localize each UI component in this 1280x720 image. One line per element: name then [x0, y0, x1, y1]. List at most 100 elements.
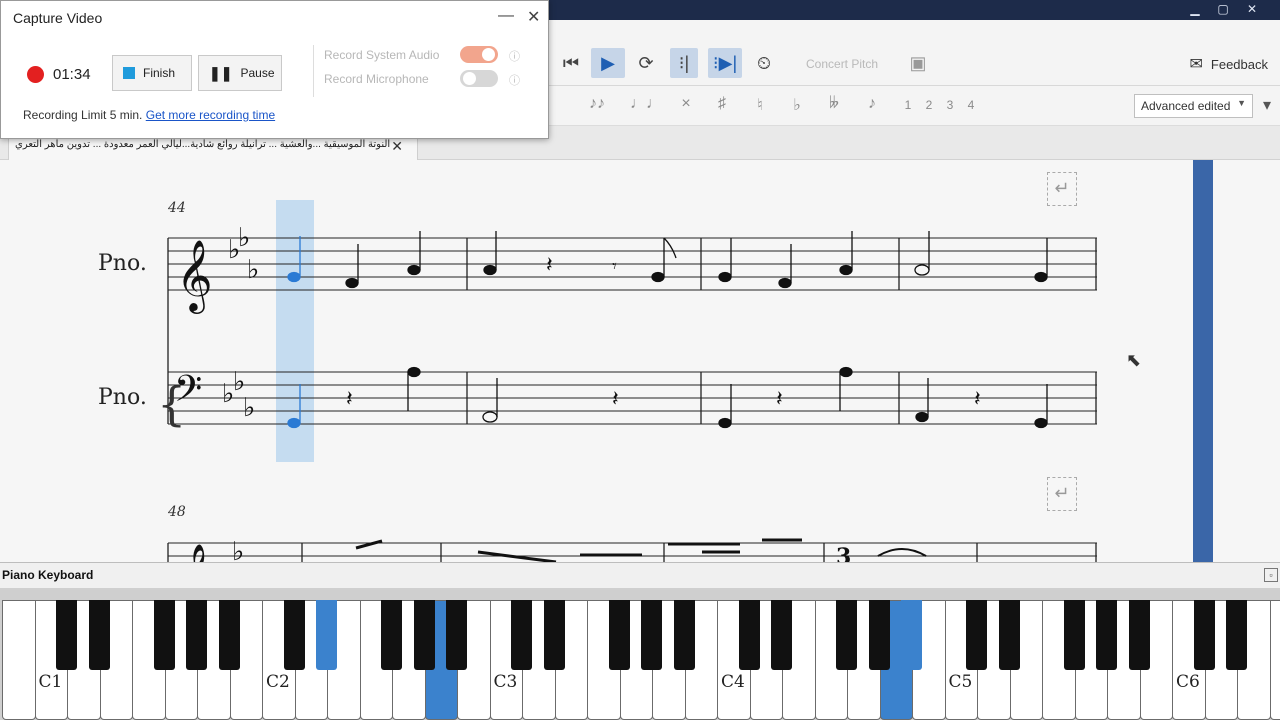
black-key[interactable]	[966, 600, 987, 670]
key-signature-flat: ♭	[247, 255, 259, 285]
system-break-icon[interactable]: ↵	[1047, 477, 1077, 511]
black-key[interactable]	[1096, 600, 1117, 670]
palette-symbol[interactable]: ♩♩	[630, 95, 662, 113]
octave-label: C6	[1176, 672, 1200, 692]
capture-video-dialog: Capture Video — ✕ 01:34 Finish ❚❚ Pause …	[0, 0, 549, 139]
recording-timer: 01:34	[53, 66, 91, 83]
loop-out-icon[interactable]: ⁝▶|	[708, 48, 742, 78]
record-microphone-toggle[interactable]	[460, 70, 498, 87]
image-capture-icon[interactable]: ▣	[904, 48, 932, 78]
black-key[interactable]	[738, 600, 760, 670]
black-key[interactable]	[608, 600, 630, 670]
black-key[interactable]	[316, 600, 337, 670]
black-key[interactable]	[446, 600, 467, 670]
recording-limit-text: Recording Limit 5 min. Get more recordin…	[23, 108, 275, 122]
instrument-label-upper: Pno.	[98, 251, 147, 276]
record-system-audio-toggle[interactable]	[460, 46, 498, 63]
black-key[interactable]	[836, 600, 857, 670]
close-tab-icon[interactable]: ✕	[391, 138, 403, 155]
black-key[interactable]	[1063, 600, 1085, 670]
minimize-icon[interactable]: —	[498, 7, 514, 25]
playback-position-line	[1193, 160, 1213, 590]
black-key[interactable]	[1226, 600, 1247, 670]
white-key[interactable]	[1269, 600, 1280, 720]
dialog-title: Capture Video	[13, 10, 103, 26]
workspace-select-value: Advanced edited	[1141, 99, 1231, 113]
black-key[interactable]	[413, 600, 435, 670]
piano-keyboard[interactable]: C1 C2 C3 C4 C5 C6	[0, 588, 1280, 720]
system-break-icon[interactable]: ↵	[1047, 172, 1077, 206]
palette-symbol[interactable]: 𝄫	[821, 95, 847, 113]
treble-notes	[287, 231, 1048, 289]
black-key[interactable]	[511, 600, 532, 670]
mouse-cursor-icon: ⬉	[1126, 350, 1142, 370]
info-icon[interactable]: ⓘ	[509, 72, 520, 88]
get-more-time-link[interactable]: Get more recording time	[146, 108, 275, 122]
limit-label: Recording Limit 5 min.	[23, 108, 143, 122]
voice-4-button[interactable]: 4	[958, 98, 984, 112]
octave-label: C2	[266, 672, 290, 692]
eighth-rest: 𝄾	[612, 256, 617, 277]
black-key[interactable]	[543, 600, 565, 670]
finish-label: Finish	[143, 66, 176, 80]
play-icon[interactable]: ▶	[591, 48, 625, 78]
black-key[interactable]	[88, 600, 110, 670]
black-key[interactable]	[381, 600, 402, 670]
workspace-select[interactable]: Advanced edited ▼	[1134, 94, 1253, 118]
info-icon[interactable]: ⓘ	[509, 48, 520, 64]
tie	[877, 548, 927, 557]
rewind-icon[interactable]: ⏮	[558, 48, 584, 78]
black-key[interactable]	[153, 600, 175, 670]
palette-symbol[interactable]: ♭	[784, 95, 810, 115]
black-key[interactable]	[771, 600, 792, 670]
black-key[interactable]	[641, 600, 662, 670]
score-canvas[interactable]: 𝄞 ♭ ♭ ♭ 𝄢 ♭ ♭ ♭ { 𝄽 𝄾 𝄽 𝄽 𝄽 𝄽 ♭ 3 44 48 …	[0, 160, 1280, 562]
maximize-window-icon[interactable]: ▢	[1214, 2, 1232, 16]
palette-menu-icon[interactable]: ▾	[1254, 95, 1280, 115]
loop-in-icon[interactable]: ⁝|	[670, 48, 698, 78]
close-icon[interactable]: ✕	[527, 7, 540, 27]
document-tab-title: النوتة الموسيقية ...والعشية ... ترانيلة …	[15, 139, 391, 150]
palette-symbol[interactable]: ×	[673, 95, 699, 113]
quarter-rest: 𝄽	[346, 387, 353, 412]
black-key[interactable]	[1193, 600, 1215, 670]
black-key[interactable]	[56, 600, 77, 670]
pin-panel-icon[interactable]: ▫	[1264, 568, 1278, 582]
finish-button[interactable]: Finish	[112, 55, 192, 91]
black-key[interactable]	[673, 600, 695, 670]
loop-icon[interactable]: ⟳	[632, 48, 660, 78]
black-key[interactable]	[1128, 600, 1150, 670]
black-key[interactable]	[218, 600, 240, 670]
octave-label: C4	[721, 672, 745, 692]
black-key[interactable]	[998, 600, 1020, 670]
feedback-mail-icon: ✉	[1189, 56, 1203, 73]
black-key[interactable]	[283, 600, 305, 670]
divider	[313, 45, 314, 97]
minimize-window-icon[interactable]: ▁	[1186, 2, 1204, 16]
record-microphone-label: Record Microphone	[324, 72, 429, 86]
palette-symbol[interactable]: ♪♪	[584, 95, 610, 113]
black-key[interactable]	[186, 600, 207, 670]
palette-symbol[interactable]: ♯	[709, 95, 735, 113]
pause-button[interactable]: ❚❚ Pause	[198, 55, 282, 91]
key-signature-flat: ♭	[238, 223, 250, 253]
quarter-rest: 𝄽	[776, 387, 783, 412]
black-key[interactable]	[901, 600, 922, 670]
feedback-button[interactable]: ✉ Feedback	[1190, 54, 1269, 74]
quarter-rest: 𝄽	[546, 253, 553, 278]
time-signature: 3	[836, 544, 851, 562]
key-signature-flat: ♭	[232, 537, 244, 562]
black-key[interactable]	[868, 600, 890, 670]
feedback-label: Feedback	[1210, 56, 1268, 72]
white-key[interactable]	[2, 600, 36, 720]
measure-number: 44	[168, 200, 186, 216]
palette-symbol[interactable]: ♪	[859, 95, 885, 113]
key-signature-flat: ♭	[243, 393, 255, 423]
concert-pitch-button[interactable]: Concert Pitch	[806, 57, 878, 71]
metronome-icon[interactable]: ⏲	[752, 48, 776, 78]
close-window-icon[interactable]: ✕	[1243, 2, 1261, 16]
palette-symbol[interactable]: ♮	[747, 95, 773, 115]
quarter-rest: 𝄽	[974, 387, 981, 412]
chevron-down-icon: ▼	[1237, 98, 1246, 108]
recording-indicator-icon	[27, 66, 44, 83]
